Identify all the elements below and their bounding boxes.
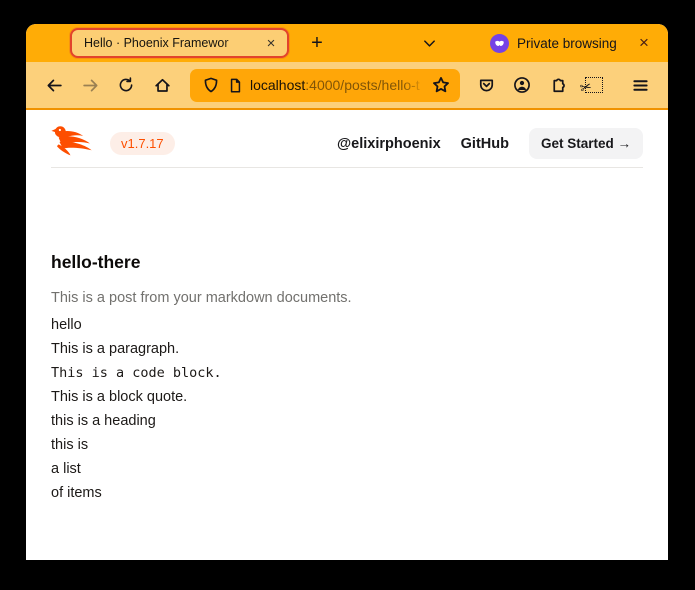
url-path: :4000/posts/hello-t <box>305 77 419 93</box>
url-bar[interactable]: localhost:4000/posts/hello-t <box>190 69 460 102</box>
page-content: v1.7.17 @elixirphoenix GitHub Get Starte… <box>26 110 668 560</box>
nav-link-elixirphoenix[interactable]: @elixirphoenix <box>337 136 441 152</box>
post-title: hello-there <box>51 252 643 273</box>
site-nav: @elixirphoenix GitHub Get Started → <box>337 128 643 159</box>
tab-bar: Hello · Phoenix Framewor × + Private bro… <box>26 24 668 62</box>
post-list-item: a list <box>51 457 643 481</box>
puzzle-icon[interactable] <box>542 69 574 101</box>
post-blockquote: This is a block quote. <box>51 385 643 409</box>
private-browsing-label: Private browsing <box>517 36 617 51</box>
forward-icon[interactable] <box>74 69 106 101</box>
get-started-button[interactable]: Get Started → <box>529 128 643 159</box>
private-browsing-badge: Private browsing <box>490 34 617 53</box>
browser-window: Hello · Phoenix Framewor × + Private bro… <box>26 24 668 560</box>
tab-title: Hello · Phoenix Framewor <box>84 36 262 50</box>
close-window-button[interactable]: × <box>630 29 658 57</box>
version-badge: v1.7.17 <box>110 132 175 155</box>
post-code-block: This is a code block. <box>51 361 643 385</box>
close-tab-icon[interactable]: × <box>262 34 280 52</box>
post-article: hello-there This is a post from your mar… <box>51 252 643 505</box>
screenshot-icon[interactable]: ✂ <box>578 69 610 101</box>
menu-icon[interactable] <box>624 69 656 101</box>
post-list-item: this is <box>51 433 643 457</box>
url-text[interactable]: localhost:4000/posts/hello-t <box>250 77 428 93</box>
post-paragraph: This is a paragraph. <box>51 337 643 361</box>
active-tab[interactable]: Hello · Phoenix Framewor × <box>70 28 289 58</box>
header-divider <box>51 167 643 168</box>
post-list-item: of items <box>51 481 643 505</box>
account-icon[interactable] <box>506 69 538 101</box>
back-icon[interactable] <box>38 69 70 101</box>
nav-link-github[interactable]: GitHub <box>461 136 509 152</box>
post-heading-line: this is a heading <box>51 409 643 433</box>
mask-icon <box>490 34 509 53</box>
page-icon[interactable] <box>223 73 247 97</box>
phoenix-logo[interactable] <box>51 124 95 163</box>
navigation-toolbar: localhost:4000/posts/hello-t ✂ <box>26 62 668 110</box>
post-subtitle: This is a post from your markdown docume… <box>51 290 643 306</box>
site-header: v1.7.17 @elixirphoenix GitHub Get Starte… <box>51 110 643 166</box>
home-icon[interactable] <box>146 69 178 101</box>
post-line: hello <box>51 313 643 337</box>
url-domain: localhost <box>250 77 305 93</box>
new-tab-button[interactable]: + <box>302 28 332 58</box>
star-icon[interactable] <box>428 72 454 98</box>
shield-icon[interactable] <box>199 73 223 97</box>
pocket-icon[interactable] <box>470 69 502 101</box>
reload-icon[interactable] <box>110 69 142 101</box>
post-body: hello This is a paragraph. This is a cod… <box>51 313 643 505</box>
chevron-down-icon[interactable] <box>416 30 442 56</box>
